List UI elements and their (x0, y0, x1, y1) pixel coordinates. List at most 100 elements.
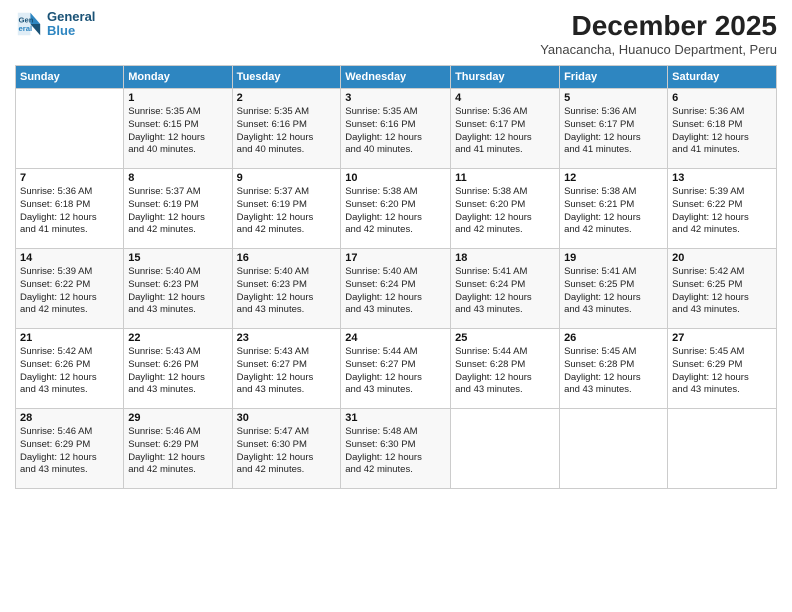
day-info: Sunrise: 5:44 AM Sunset: 6:28 PM Dayligh… (455, 346, 555, 397)
header-row: SundayMondayTuesdayWednesdayThursdayFrid… (16, 66, 777, 89)
day-info: Sunrise: 5:38 AM Sunset: 6:20 PM Dayligh… (345, 186, 446, 237)
day-info: Sunrise: 5:47 AM Sunset: 6:30 PM Dayligh… (237, 426, 337, 477)
day-number: 1 (128, 92, 227, 104)
week-row: 7 Sunrise: 5:36 AM Sunset: 6:18 PM Daylig… (16, 169, 777, 249)
day-cell: 15 Sunrise: 5:40 AM Sunset: 6:23 PM Dayli… (124, 249, 232, 329)
day-cell: 8 Sunrise: 5:37 AM Sunset: 6:19 PM Daylig… (124, 169, 232, 249)
header-cell-friday: Friday (560, 66, 668, 89)
title-block: December 2025 Yanacancha, Huanuco Depart… (540, 10, 777, 57)
header-cell-saturday: Saturday (668, 66, 777, 89)
day-number: 7 (20, 172, 119, 184)
day-cell: 28Sunrise: 5:46 AM Sunset: 6:29 PM Dayli… (16, 409, 124, 489)
day-number: 3 (345, 92, 446, 104)
day-info: Sunrise: 5:45 AM Sunset: 6:28 PM Dayligh… (564, 346, 663, 397)
day-info: Sunrise: 5:40 AM Sunset: 6:23 PM Dayligh… (128, 266, 227, 317)
day-number: 31 (345, 412, 446, 424)
day-info: Sunrise: 5:35 AM Sunset: 6:15 PM Dayligh… (128, 106, 227, 157)
day-number: 12 (564, 172, 663, 184)
day-number: 24 (345, 332, 446, 344)
day-cell: 25Sunrise: 5:44 AM Sunset: 6:28 PM Dayli… (451, 329, 560, 409)
day-cell: 12 Sunrise: 5:38 AM Sunset: 6:21 PM Dayli… (560, 169, 668, 249)
day-cell: 4Sunrise: 5:36 AM Sunset: 6:17 PM Daylig… (451, 89, 560, 169)
week-row: 1 Sunrise: 5:35 AM Sunset: 6:15 PM Daylig… (16, 89, 777, 169)
day-cell: 11 Sunrise: 5:38 AM Sunset: 6:20 PM Dayli… (451, 169, 560, 249)
week-row: 28 Sunrise: 5:46 AM Sunset: 6:29 PM Dayli… (16, 409, 777, 489)
day-info: Sunrise: 5:38 AM Sunset: 6:21 PM Dayligh… (564, 186, 663, 237)
day-info: Sunrise: 5:42 AM Sunset: 6:25 PM Dayligh… (672, 266, 772, 317)
header: Gen eral General Blue December 2025 Yana… (15, 10, 777, 57)
day-cell: 19Sunrise: 5:41 AM Sunset: 6:25 PM Dayli… (560, 249, 668, 329)
day-number: 22 (128, 332, 227, 344)
day-cell: 31Sunrise: 5:48 AM Sunset: 6:30 PM Dayli… (341, 409, 451, 489)
calendar-table: SundayMondayTuesdayWednesdayThursdayFrid… (15, 65, 777, 489)
day-cell: 27Sunrise: 5:45 AM Sunset: 6:29 PM Dayli… (668, 329, 777, 409)
day-number: 15 (128, 252, 227, 264)
day-number: 17 (345, 252, 446, 264)
day-number: 20 (672, 252, 772, 264)
day-cell: 18Sunrise: 5:41 AM Sunset: 6:24 PM Dayli… (451, 249, 560, 329)
day-info: Sunrise: 5:41 AM Sunset: 6:25 PM Dayligh… (564, 266, 663, 317)
day-info: Sunrise: 5:38 AM Sunset: 6:20 PM Dayligh… (455, 186, 555, 237)
day-number: 28 (20, 412, 119, 424)
svg-text:eral: eral (19, 24, 33, 33)
day-cell: 24 Sunrise: 5:44 AM Sunset: 6:27 PM Dayli… (341, 329, 451, 409)
day-cell: 16Sunrise: 5:40 AM Sunset: 6:23 PM Dayli… (232, 249, 341, 329)
day-cell: 30 Sunrise: 5:47 AM Sunset: 6:30 PM Dayli… (232, 409, 341, 489)
day-cell: 6Sunrise: 5:36 AM Sunset: 6:18 PM Daylig… (668, 89, 777, 169)
day-info: Sunrise: 5:43 AM Sunset: 6:27 PM Dayligh… (237, 346, 337, 397)
day-info: Sunrise: 5:44 AM Sunset: 6:27 PM Dayligh… (345, 346, 446, 397)
day-cell: 3 Sunrise: 5:35 AM Sunset: 6:16 PM Daylig… (341, 89, 451, 169)
day-cell: 1 Sunrise: 5:35 AM Sunset: 6:15 PM Daylig… (124, 89, 232, 169)
day-number: 27 (672, 332, 772, 344)
day-cell: 13Sunrise: 5:39 AM Sunset: 6:22 PM Dayli… (668, 169, 777, 249)
day-number: 30 (237, 412, 337, 424)
header-cell-wednesday: Wednesday (341, 66, 451, 89)
logo-line2: Blue (47, 24, 95, 38)
day-cell: 5 Sunrise: 5:36 AM Sunset: 6:17 PM Daylig… (560, 89, 668, 169)
day-info: Sunrise: 5:42 AM Sunset: 6:26 PM Dayligh… (20, 346, 119, 397)
day-cell (560, 409, 668, 489)
week-row: 14Sunrise: 5:39 AM Sunset: 6:22 PM Dayli… (16, 249, 777, 329)
day-cell: 2 Sunrise: 5:35 AM Sunset: 6:16 PM Daylig… (232, 89, 341, 169)
day-number: 5 (564, 92, 663, 104)
day-info: Sunrise: 5:46 AM Sunset: 6:29 PM Dayligh… (128, 426, 227, 477)
subtitle: Yanacancha, Huanuco Department, Peru (540, 42, 777, 57)
day-number: 21 (20, 332, 119, 344)
day-number: 29 (128, 412, 227, 424)
day-cell (451, 409, 560, 489)
day-number: 13 (672, 172, 772, 184)
day-number: 9 (237, 172, 337, 184)
day-cell (16, 89, 124, 169)
logo-line1: General (47, 10, 95, 24)
day-info: Sunrise: 5:35 AM Sunset: 6:16 PM Dayligh… (345, 106, 446, 157)
header-cell-sunday: Sunday (16, 66, 124, 89)
page: Gen eral General Blue December 2025 Yana… (0, 0, 792, 612)
day-info: Sunrise: 5:41 AM Sunset: 6:24 PM Dayligh… (455, 266, 555, 317)
day-cell: 21 Sunrise: 5:42 AM Sunset: 6:26 PM Dayli… (16, 329, 124, 409)
day-cell: 23 Sunrise: 5:43 AM Sunset: 6:27 PM Dayli… (232, 329, 341, 409)
day-number: 2 (237, 92, 337, 104)
day-cell: 29 Sunrise: 5:46 AM Sunset: 6:29 PM Dayli… (124, 409, 232, 489)
day-info: Sunrise: 5:37 AM Sunset: 6:19 PM Dayligh… (128, 186, 227, 237)
week-row: 21 Sunrise: 5:42 AM Sunset: 6:26 PM Dayli… (16, 329, 777, 409)
day-info: Sunrise: 5:35 AM Sunset: 6:16 PM Dayligh… (237, 106, 337, 157)
day-info: Sunrise: 5:36 AM Sunset: 6:17 PM Dayligh… (564, 106, 663, 157)
day-number: 8 (128, 172, 227, 184)
header-cell-monday: Monday (124, 66, 232, 89)
day-number: 6 (672, 92, 772, 104)
day-info: Sunrise: 5:40 AM Sunset: 6:24 PM Dayligh… (345, 266, 446, 317)
header-cell-thursday: Thursday (451, 66, 560, 89)
day-number: 10 (345, 172, 446, 184)
day-info: Sunrise: 5:37 AM Sunset: 6:19 PM Dayligh… (237, 186, 337, 237)
day-cell: 22Sunrise: 5:43 AM Sunset: 6:26 PM Dayli… (124, 329, 232, 409)
day-info: Sunrise: 5:40 AM Sunset: 6:23 PM Dayligh… (237, 266, 337, 317)
day-cell: 9 Sunrise: 5:37 AM Sunset: 6:19 PM Daylig… (232, 169, 341, 249)
day-number: 23 (237, 332, 337, 344)
day-number: 11 (455, 172, 555, 184)
day-number: 14 (20, 252, 119, 264)
day-cell: 10 Sunrise: 5:38 AM Sunset: 6:20 PM Dayli… (341, 169, 451, 249)
svg-text:Gen: Gen (19, 16, 34, 25)
day-cell: 14Sunrise: 5:39 AM Sunset: 6:22 PM Dayli… (16, 249, 124, 329)
logo-icon: Gen eral (15, 10, 43, 38)
day-info: Sunrise: 5:36 AM Sunset: 6:18 PM Dayligh… (20, 186, 119, 237)
